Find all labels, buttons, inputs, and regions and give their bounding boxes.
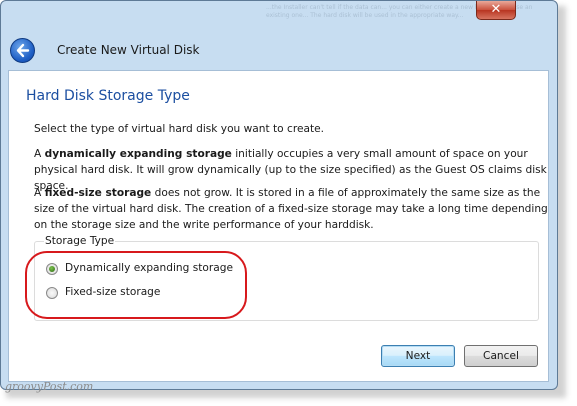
dynamic-term: dynamically expanding storage xyxy=(44,148,232,160)
close-button[interactable]: ✕ xyxy=(476,1,516,20)
close-icon: ✕ xyxy=(490,2,502,17)
fixed-term: fixed-size storage xyxy=(44,187,152,199)
page-heading: Hard Disk Storage Type xyxy=(26,88,190,104)
back-button[interactable] xyxy=(10,38,35,63)
fixed-description: A fixed-size storage does not grow. It i… xyxy=(34,187,548,231)
back-arrow-icon xyxy=(16,43,30,58)
watermark: groovyPost.com xyxy=(5,380,94,393)
storage-type-label: Storage Type xyxy=(44,235,116,247)
next-button[interactable]: Next xyxy=(381,345,455,367)
dialog-title: Create New Virtual Disk xyxy=(57,43,200,57)
intro-text: Select the type of virtual hard disk you… xyxy=(34,123,325,135)
cancel-button[interactable]: Cancel xyxy=(464,345,538,367)
annotation-highlight xyxy=(25,251,247,319)
